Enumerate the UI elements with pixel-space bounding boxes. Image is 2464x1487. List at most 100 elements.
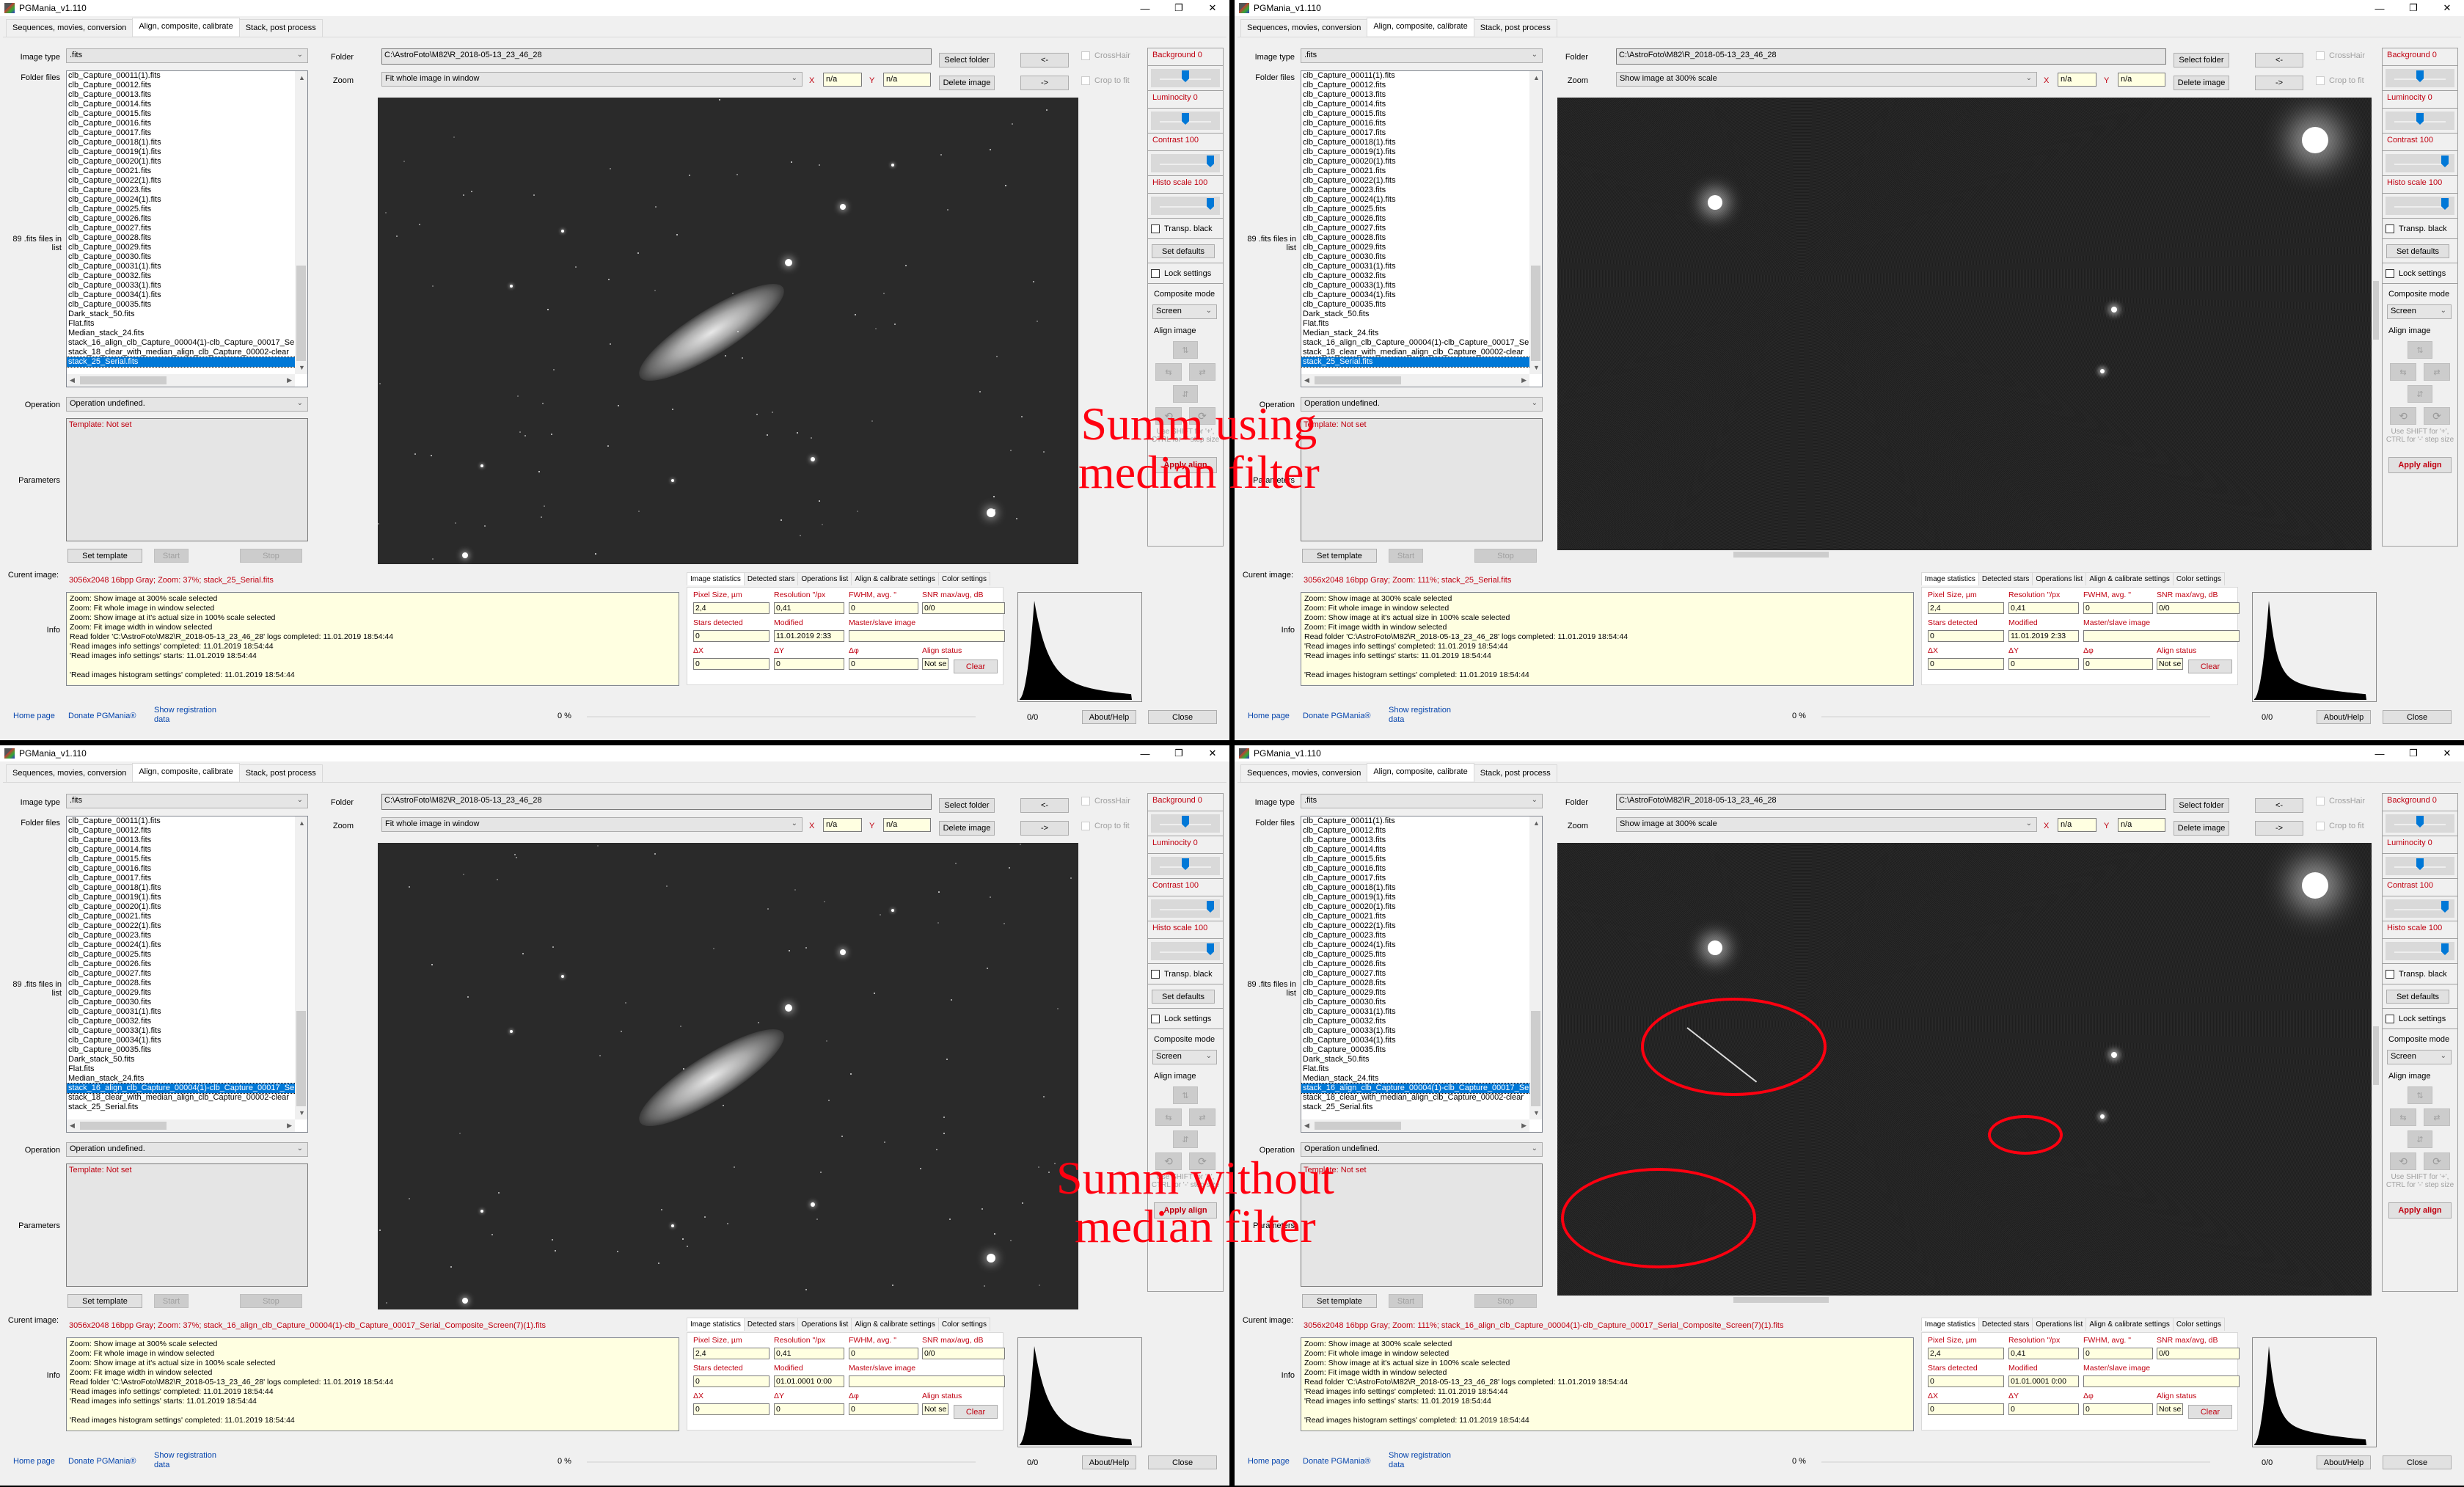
lock-settings-checkbox[interactable]: Lock settings: [1148, 1009, 1223, 1029]
align-status-field[interactable]: Not se: [922, 1403, 948, 1415]
fwhm-field[interactable]: 0: [849, 602, 918, 614]
rotate-cw-button[interactable]: ⟳: [2424, 407, 2450, 425]
tab-detected-stars[interactable]: Detected stars: [1978, 1318, 2033, 1331]
align-up-button[interactable]: ⇅: [2408, 341, 2432, 359]
modified-field[interactable]: 11.01.2019 2:33: [2008, 630, 2079, 642]
file-list-item[interactable]: clb_Capture_00020(1).fits: [67, 157, 307, 167]
scroll-down-icon[interactable]: ▼: [1533, 1109, 1540, 1117]
crop-to-fit-checkbox[interactable]: Crop to fit: [2316, 76, 2364, 85]
adjust-slider[interactable]: [2383, 896, 2457, 921]
stop-button[interactable]: Stop: [1474, 549, 1537, 563]
donate-link[interactable]: Donate PGMania®: [1303, 1457, 1371, 1466]
modified-field[interactable]: 01.01.0001 0:00: [774, 1375, 844, 1387]
file-list-item[interactable]: clb_Capture_00027.fits: [67, 969, 307, 979]
prev-image-button[interactable]: <-: [1020, 798, 1069, 813]
image-type-select[interactable]: .fits ⌄: [66, 794, 308, 808]
list-hscroll[interactable]: ◀ ▶: [67, 374, 295, 387]
file-list-item[interactable]: clb_Capture_00011(1).fits: [1301, 71, 1542, 81]
file-list-item[interactable]: stack_16_align_clb_Capture_00004(1)-clb_…: [1301, 1083, 1542, 1094]
adjust-slider[interactable]: [1148, 811, 1223, 836]
adjust-slider[interactable]: [2383, 194, 2457, 219]
y-field[interactable]: n/a: [2118, 818, 2165, 832]
master-slave-field[interactable]: [849, 630, 1005, 642]
tab-detected-stars[interactable]: Detected stars: [1978, 572, 2033, 585]
tab-stack[interactable]: Stack, post process: [1473, 764, 1557, 783]
tab-image-statistics[interactable]: Image statistics: [1921, 572, 1979, 585]
folder-path-field[interactable]: C:\AstroFoto\M82\R_2018-05-13_23_46_28: [381, 794, 932, 810]
dphi-field[interactable]: 0: [2083, 658, 2153, 670]
list-hscroll[interactable]: ◀ ▶: [67, 1119, 295, 1132]
tab-align-calibrate-settings[interactable]: Align & calibrate settings: [851, 1318, 939, 1331]
rotate-ccw-button[interactable]: ⟲: [2390, 1152, 2416, 1170]
restore-button[interactable]: ❐: [2397, 745, 2430, 761]
image-canvas[interactable]: [378, 98, 1078, 564]
file-list-item[interactable]: stack_16_align_clb_Capture_00004(1)-clb_…: [67, 1083, 307, 1094]
file-list-item[interactable]: clb_Capture_00020(1).fits: [1301, 157, 1542, 167]
tab-stack[interactable]: Stack, post process: [238, 19, 323, 37]
file-list-item[interactable]: stack_18_clear_with_median_align_clb_Cap…: [1301, 1093, 1542, 1103]
adjust-slider[interactable]: [2383, 939, 2457, 964]
canvas-vscroll-thumb[interactable]: [2373, 281, 2379, 340]
master-slave-field[interactable]: [2083, 1375, 2240, 1387]
scroll-up-icon[interactable]: ▲: [1533, 819, 1540, 827]
file-list-item[interactable]: clb_Capture_00033(1).fits: [67, 281, 307, 291]
scroll-up-icon[interactable]: ▲: [299, 819, 305, 827]
select-folder-button[interactable]: Select folder: [939, 798, 995, 813]
composite-mode-select[interactable]: Screen ⌄: [2387, 1050, 2452, 1064]
donate-link[interactable]: Donate PGMania®: [68, 712, 136, 720]
image-canvas[interactable]: [1557, 98, 2372, 550]
tab-stack[interactable]: Stack, post process: [238, 764, 323, 783]
file-list-item[interactable]: clb_Capture_00015.fits: [67, 109, 307, 119]
file-list-item[interactable]: clb_Capture_00032.fits: [67, 271, 307, 281]
scroll-up-icon[interactable]: ▲: [1533, 74, 1540, 81]
composite-mode-select[interactable]: Screen ⌄: [1152, 1050, 1217, 1064]
tab-align-calibrate-settings[interactable]: Align & calibrate settings: [2085, 572, 2174, 585]
file-list-item[interactable]: clb_Capture_00024(1).fits: [67, 940, 307, 950]
file-list-item[interactable]: stack_18_clear_with_median_align_clb_Cap…: [67, 348, 307, 357]
show-registration-link[interactable]: Show registration data: [154, 706, 227, 725]
fwhm-field[interactable]: 0: [849, 1348, 918, 1359]
file-list-item[interactable]: clb_Capture_00034(1).fits: [1301, 1036, 1542, 1045]
canvas-hscroll[interactable]: [1557, 1296, 2372, 1304]
file-list-item[interactable]: clb_Capture_00011(1).fits: [67, 816, 307, 826]
next-image-button[interactable]: ->: [2255, 76, 2303, 90]
master-slave-field[interactable]: [849, 1375, 1005, 1387]
adjust-slider[interactable]: [2383, 151, 2457, 176]
close-button[interactable]: Close: [2383, 1455, 2452, 1469]
operation-select[interactable]: Operation undefined. ⌄: [66, 1142, 308, 1157]
lock-settings-checkbox[interactable]: Lock settings: [2383, 1009, 2457, 1029]
file-list-item[interactable]: clb_Capture_00022(1).fits: [67, 921, 307, 931]
scroll-left-icon[interactable]: ◀: [1304, 1122, 1309, 1130]
stop-button[interactable]: Stop: [240, 1294, 302, 1308]
home-page-link[interactable]: Home page: [1248, 712, 1290, 720]
scroll-up-icon[interactable]: ▲: [299, 74, 305, 81]
scroll-left-icon[interactable]: ◀: [70, 1122, 75, 1130]
transp-black-checkbox[interactable]: Transp. black: [2383, 964, 2457, 984]
tab-detected-stars[interactable]: Detected stars: [743, 572, 799, 585]
adjust-slider[interactable]: [2383, 854, 2457, 879]
file-list-item[interactable]: Flat.fits: [67, 1064, 307, 1074]
file-list-item[interactable]: clb_Capture_00018(1).fits: [67, 883, 307, 893]
tab-color-settings[interactable]: Color settings: [937, 1318, 990, 1331]
delete-image-button[interactable]: Delete image: [939, 76, 995, 90]
x-field[interactable]: n/a: [2058, 818, 2096, 832]
list-hscroll[interactable]: ◀ ▶: [1301, 1119, 1529, 1132]
file-list-item[interactable]: clb_Capture_00012.fits: [1301, 81, 1542, 90]
file-list-item[interactable]: clb_Capture_00026.fits: [67, 960, 307, 969]
about-help-button[interactable]: About/Help: [1082, 1455, 1136, 1469]
file-list-item[interactable]: clb_Capture_00019(1).fits: [1301, 147, 1542, 157]
list-vscroll[interactable]: ▲ ▼: [295, 816, 307, 1119]
file-list-item[interactable]: clb_Capture_00023.fits: [1301, 931, 1542, 940]
adjust-slider[interactable]: [1148, 939, 1223, 964]
scroll-left-icon[interactable]: ◀: [70, 376, 75, 384]
set-template-button[interactable]: Set template: [1302, 549, 1377, 563]
stop-button[interactable]: Stop: [240, 549, 302, 563]
stars-detected-field[interactable]: 0: [693, 630, 769, 642]
file-list-item[interactable]: clb_Capture_00031(1).fits: [67, 1007, 307, 1017]
file-list-item[interactable]: Median_stack_24.fits: [1301, 329, 1542, 338]
file-list-item[interactable]: clb_Capture_00025.fits: [67, 205, 307, 214]
transp-black-checkbox[interactable]: Transp. black: [2383, 219, 2457, 239]
close-window-button[interactable]: ✕: [2430, 0, 2464, 16]
image-type-select[interactable]: .fits ⌄: [1301, 48, 1543, 63]
file-list-item[interactable]: Dark_stack_50.fits: [67, 310, 307, 319]
